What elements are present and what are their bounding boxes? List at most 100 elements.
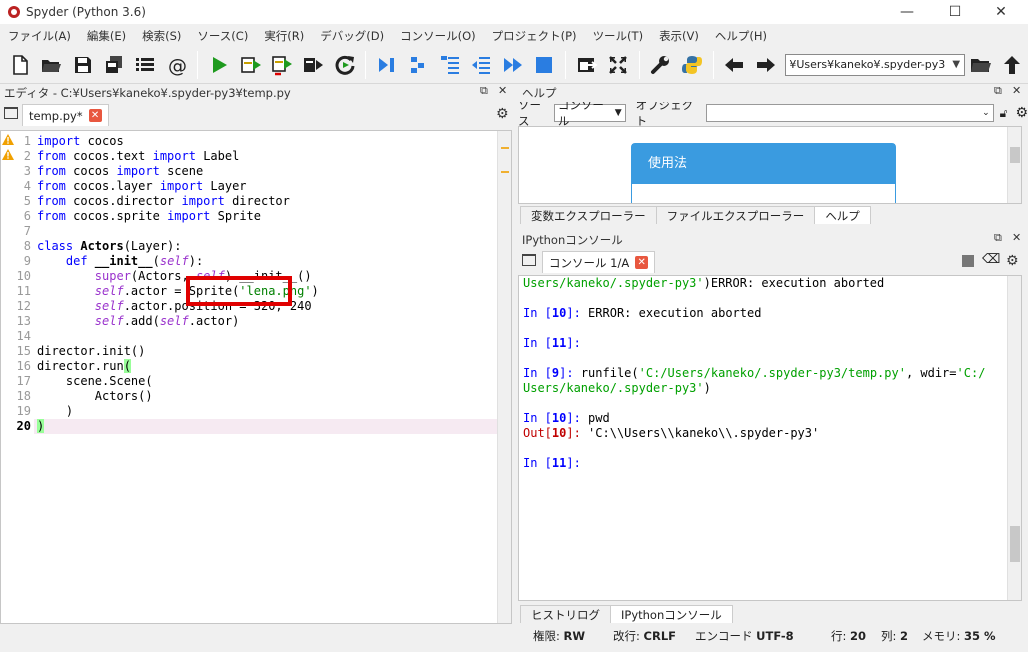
status-column: 列: 2 xyxy=(881,629,909,643)
maximize-button[interactable]: ☐ xyxy=(932,0,978,24)
close-pane-icon[interactable]: ✕ xyxy=(1012,231,1021,244)
object-input[interactable]: ⌄ xyxy=(706,104,994,122)
status-memory: メモリ: 35 % xyxy=(922,629,996,643)
warning-marker xyxy=(501,171,509,173)
editor-tab[interactable]: temp.py* ✕ xyxy=(22,104,109,126)
run-cell-advance-icon[interactable] xyxy=(269,52,294,78)
tab-file-explorer[interactable]: ファイルエクスプローラー xyxy=(655,206,816,224)
continue-icon[interactable] xyxy=(500,52,525,78)
file-list-icon[interactable] xyxy=(133,52,158,78)
lock-icon[interactable]: 🔓︎ xyxy=(1000,106,1008,121)
toolbar-separator xyxy=(638,50,640,79)
undock-icon[interactable]: ⧉ xyxy=(994,231,1002,245)
help-content: 使用法 xyxy=(518,126,1022,204)
menu-file[interactable]: ファイル(A) xyxy=(0,28,79,44)
console-scrollbar[interactable] xyxy=(1007,276,1021,600)
tab-variable-explorer[interactable]: 変数エクスプローラー xyxy=(520,206,657,224)
menu-edit[interactable]: 編集(E) xyxy=(79,28,134,44)
line-number: 15 xyxy=(16,344,31,358)
tab-history-log[interactable]: ヒストリログ xyxy=(520,605,611,623)
menu-view[interactable]: 表示(V) xyxy=(651,28,707,44)
gear-icon[interactable]: ⚙ xyxy=(496,106,509,122)
close-tab-icon[interactable]: ✕ xyxy=(635,256,649,269)
preferences-wrench-icon[interactable] xyxy=(648,52,673,78)
stop-kernel-icon[interactable] xyxy=(962,255,974,267)
status-encoding: エンコード UTF-8 xyxy=(695,629,794,643)
menu-console[interactable]: コンソール(O) xyxy=(392,28,484,44)
run-cell-icon[interactable] xyxy=(238,52,263,78)
line-number: 12 xyxy=(16,299,31,313)
menu-source[interactable]: ソース(C) xyxy=(189,28,256,44)
line-number: 11 xyxy=(16,284,31,298)
console-tab[interactable]: コンソール 1/A ✕ xyxy=(542,251,656,273)
menu-bar: ファイル(A) 編集(E) 検索(S) ソース(C) 実行(R) デバッグ(D)… xyxy=(0,26,1028,46)
run-selection-icon[interactable] xyxy=(301,52,326,78)
gear-icon[interactable]: ⚙ xyxy=(1015,105,1028,121)
menu-debug[interactable]: デバッグ(D) xyxy=(312,28,392,44)
working-directory-combo[interactable]: ¥Users¥kaneko¥.spyder-py3 ▼ xyxy=(785,53,966,76)
debug-step-icon[interactable] xyxy=(406,52,431,78)
rerun-icon[interactable] xyxy=(332,52,357,78)
browse-tabs-icon[interactable] xyxy=(4,107,18,119)
scroll-thumb[interactable] xyxy=(1010,526,1020,562)
eraser-icon[interactable]: ⌫ xyxy=(982,252,1000,267)
menu-tools[interactable]: ツール(T) xyxy=(585,28,652,44)
python-path-icon[interactable] xyxy=(679,52,704,78)
parent-directory-icon[interactable] xyxy=(1000,52,1025,78)
working-directory-value: ¥Users¥kaneko¥.spyder-py3 xyxy=(789,58,946,71)
tab-help[interactable]: ヘルプ xyxy=(814,206,871,224)
warning-marker xyxy=(501,147,509,149)
console-title: IPythonコンソール xyxy=(522,233,623,247)
code-editor[interactable]: 1 2 3 4 5 6 7 8 9 10 11 12 13 14 15 16 1… xyxy=(0,130,512,624)
save-icon[interactable] xyxy=(70,52,95,78)
close-pane-icon[interactable]: ✕ xyxy=(498,84,507,97)
line-number: 3 xyxy=(23,164,31,178)
source-combo[interactable]: コンソール ▼ xyxy=(553,98,626,128)
chevron-down-icon[interactable]: ▼ xyxy=(948,59,964,70)
browse-tabs-icon[interactable] xyxy=(522,254,536,266)
close-pane-icon[interactable]: ✕ xyxy=(1012,84,1021,97)
browse-directory-icon[interactable] xyxy=(968,52,993,78)
help-scrollbar[interactable] xyxy=(1007,127,1021,203)
gear-icon[interactable]: ⚙ xyxy=(1006,253,1019,269)
minimize-button[interactable]: — xyxy=(884,0,930,24)
close-tab-icon[interactable]: ✕ xyxy=(88,109,102,122)
run-icon[interactable] xyxy=(206,52,231,78)
editor-scrollbar[interactable] xyxy=(497,131,511,623)
line-number: 18 xyxy=(16,389,31,403)
save-all-icon[interactable] xyxy=(101,52,126,78)
menu-help[interactable]: ヘルプ(H) xyxy=(707,28,775,44)
chevron-down-icon: ▼ xyxy=(614,108,622,118)
maximize-pane-icon[interactable] xyxy=(574,52,599,78)
fullscreen-icon[interactable] xyxy=(605,52,630,78)
step-return-icon[interactable] xyxy=(469,52,494,78)
editor-tab-label: temp.py* xyxy=(29,108,83,123)
menu-search[interactable]: 検索(S) xyxy=(134,28,189,44)
debug-icon[interactable] xyxy=(374,52,399,78)
open-file-icon[interactable] xyxy=(38,52,63,78)
code-line: class Actors(Layer): xyxy=(37,239,182,253)
console-output[interactable]: Users/kaneko/.spyder-py3')ERROR: executi… xyxy=(518,275,1022,601)
forward-arrow-icon[interactable] xyxy=(753,52,778,78)
undock-icon[interactable]: ⧉ xyxy=(994,84,1002,98)
tab-ipython-console[interactable]: IPythonコンソール xyxy=(610,605,733,623)
at-symbol-icon[interactable]: @ xyxy=(164,52,189,78)
step-into-icon[interactable] xyxy=(437,52,462,78)
editor-header: エディタ - C:¥Users¥kaneko¥.spyder-py3¥temp.… xyxy=(0,84,514,102)
close-button[interactable]: ✕ xyxy=(978,0,1024,24)
undock-icon[interactable]: ⧉ xyxy=(480,84,488,98)
console-tab-label: コンソール 1/A xyxy=(549,255,630,270)
menu-run[interactable]: 実行(R) xyxy=(256,28,312,44)
console-tab-bar: コンソール 1/A ✕ ⌫ ⚙ xyxy=(518,249,1028,273)
line-number: 7 xyxy=(23,224,31,238)
code-line: director.run( xyxy=(37,359,131,373)
code-line: scene.Scene( xyxy=(37,374,153,388)
code-line: self.add(self.actor) xyxy=(94,314,240,328)
stop-debug-icon[interactable] xyxy=(532,52,557,78)
back-arrow-icon[interactable] xyxy=(722,52,747,78)
console-line: In [9]: runfile('C:/Users/kaneko/.spyder… xyxy=(523,366,986,380)
menu-project[interactable]: プロジェクト(P) xyxy=(484,28,585,44)
new-file-icon[interactable] xyxy=(7,52,32,78)
code-line: ) xyxy=(37,419,45,433)
console-line: In [11]: xyxy=(523,336,581,350)
